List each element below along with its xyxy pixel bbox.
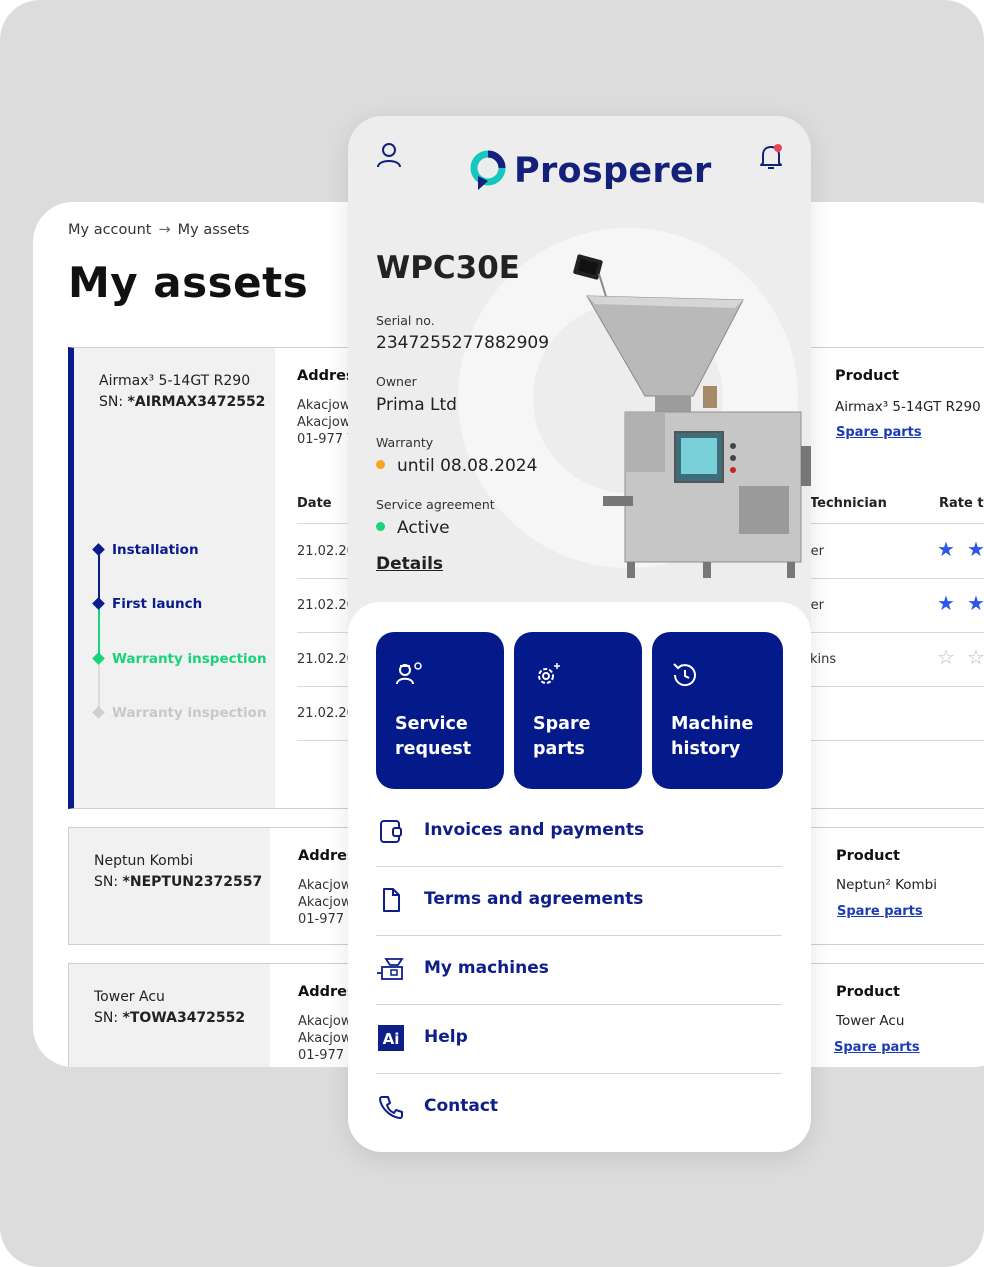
- serial-label: Serial no.: [376, 313, 435, 328]
- spare-parts-button[interactable]: Spare parts: [514, 632, 642, 789]
- agreement-label: Service agreement: [376, 497, 495, 512]
- brand-name: Prosperer: [514, 151, 712, 191]
- document-icon: [376, 885, 406, 915]
- ai-help-icon: Ai: [376, 1023, 406, 1053]
- spare-parts-link[interactable]: Spare parts: [837, 904, 923, 919]
- menu-my-machines[interactable]: My machines: [376, 936, 782, 1005]
- spare-parts-link[interactable]: Spare parts: [834, 1040, 920, 1055]
- technician-gear-icon: [394, 660, 426, 694]
- machine-model: WPC30E: [376, 250, 520, 286]
- history-icon: [670, 660, 700, 694]
- timeline-step: Warranty inspection: [112, 705, 267, 721]
- warning-status-icon: [376, 459, 385, 469]
- breadcrumb: My account → My assets: [68, 222, 249, 238]
- notification-bell-icon[interactable]: [758, 143, 784, 175]
- phone-icon: [376, 1092, 406, 1122]
- timeline-segment: [98, 549, 100, 603]
- rate-column-header: Rate the: [939, 496, 984, 511]
- active-status-icon: [376, 521, 385, 531]
- product-name: Tower Acu: [836, 1013, 905, 1029]
- owner-label: Owner: [376, 374, 417, 389]
- menu-label: Invoices and payments: [424, 820, 645, 840]
- star-filled-icon[interactable]: ★: [937, 539, 955, 559]
- owner-value: Prima Ltd: [376, 395, 457, 415]
- tile-label: Service request: [395, 714, 472, 759]
- user-icon[interactable]: [374, 140, 404, 174]
- asset-serial: SN: *NEPTUN2372557: [94, 874, 263, 890]
- machine-history-button[interactable]: Machine history: [652, 632, 783, 789]
- canvas: My account → My assets My assets Airmax³ 5…: [0, 0, 984, 1267]
- actions-sheet: Service request Spare parts Machine hist…: [348, 602, 811, 1152]
- asset-card-sidebar: [74, 348, 275, 808]
- spare-parts-link[interactable]: Spare parts: [836, 425, 922, 440]
- star-filled-icon[interactable]: ★: [937, 593, 955, 613]
- product-heading: Product: [836, 984, 900, 1000]
- menu-label: My machines: [424, 958, 549, 978]
- technician-column-header: Technician: [810, 496, 887, 511]
- machine-icon: [376, 954, 406, 984]
- svg-text:Ai: Ai: [383, 1030, 400, 1048]
- brand-logo: Prosperer: [470, 150, 712, 192]
- asset-name: Neptun Kombi: [94, 853, 194, 869]
- breadcrumb-account[interactable]: My account: [68, 222, 151, 238]
- breadcrumb-arrow-icon: →: [158, 222, 171, 238]
- machine-image: [573, 254, 811, 578]
- product-name: Neptun² Kombi: [836, 877, 937, 893]
- date-column-header: Date: [297, 496, 332, 511]
- menu-invoices[interactable]: Invoices and payments: [376, 798, 782, 867]
- gear-sparkle-icon: [532, 660, 564, 694]
- service-request-button[interactable]: Service request: [376, 632, 504, 789]
- product-heading: Product: [836, 848, 900, 864]
- details-link[interactable]: Details: [376, 554, 443, 574]
- timeline-step: Installation: [112, 542, 199, 558]
- asset-name: Airmax³ 5-14GT R290: [99, 373, 251, 389]
- asset-name: Tower Acu: [94, 989, 165, 1005]
- menu-help[interactable]: Ai Help: [376, 1005, 782, 1074]
- menu-terms[interactable]: Terms and agreements: [376, 867, 782, 936]
- asset-serial: SN: *AIRMAX3472552: [99, 394, 266, 410]
- serial-value: 2347255277882909: [376, 333, 550, 353]
- wallet-icon: [376, 816, 406, 846]
- menu-label: Contact: [424, 1096, 499, 1116]
- mobile-app-screen: Prosperer WPC30E Serial no. 234725527788…: [348, 116, 811, 1152]
- timeline-step: Warranty inspection: [112, 651, 267, 667]
- star-filled-icon[interactable]: ★: [967, 539, 984, 559]
- star-empty-icon[interactable]: ☆: [937, 647, 955, 667]
- agreement-value: Active: [376, 518, 450, 538]
- warranty-label: Warranty: [376, 435, 434, 450]
- brand-mark-icon: [470, 150, 506, 190]
- menu-label: Terms and agreements: [424, 889, 644, 909]
- timeline-segment: [98, 603, 100, 657]
- warranty-value: until 08.08.2024: [376, 456, 537, 476]
- menu-label: Help: [424, 1027, 468, 1047]
- breadcrumb-current: My assets: [177, 222, 250, 238]
- timeline-segment: [98, 657, 100, 711]
- product-name: Airmax³ 5-14GT R290: [835, 399, 981, 415]
- timeline-step: First launch: [112, 596, 203, 612]
- asset-serial: SN: *TOWA3472552: [94, 1010, 246, 1026]
- tile-label: Machine history: [671, 714, 754, 759]
- tile-label: Spare parts: [533, 714, 591, 759]
- product-heading: Product: [835, 368, 899, 384]
- star-filled-icon[interactable]: ★: [967, 593, 984, 613]
- star-empty-icon[interactable]: ☆: [967, 647, 984, 667]
- menu-contact[interactable]: Contact: [376, 1074, 782, 1143]
- page-title: My assets: [68, 258, 309, 307]
